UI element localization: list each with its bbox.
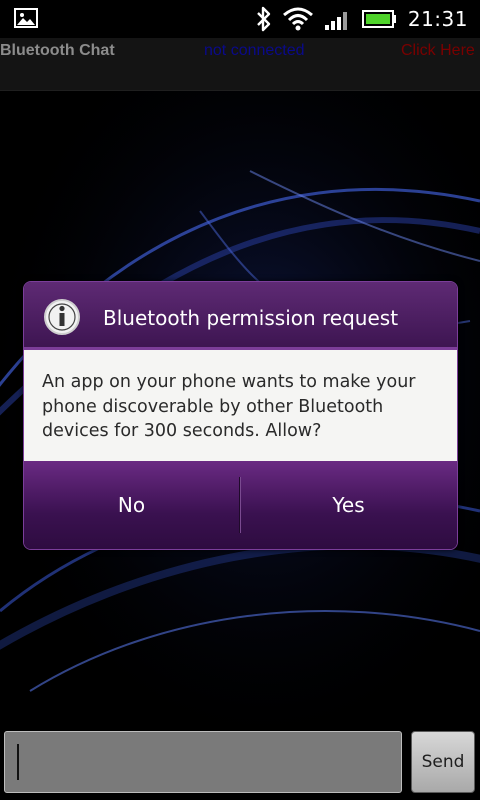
wifi-icon: [282, 7, 313, 31]
bluetooth-permission-dialog: Bluetooth permission request An app on y…: [23, 281, 458, 550]
dialog-message: An app on your phone wants to make your …: [42, 372, 416, 441]
dialog-body: An app on your phone wants to make your …: [24, 350, 457, 461]
text-caret: [17, 744, 19, 780]
app-title-bar: Bluetooth Chat not connected Click Here: [0, 38, 480, 91]
image-notification-icon: [14, 8, 38, 28]
signal-icon: [324, 12, 347, 30]
send-button[interactable]: Send: [411, 731, 475, 793]
no-button[interactable]: No: [24, 461, 239, 549]
dialog-button-bar: No Yes: [24, 461, 457, 549]
info-icon: [44, 299, 80, 335]
yes-button[interactable]: Yes: [240, 461, 457, 549]
dialog-header: Bluetooth permission request: [24, 282, 457, 350]
status-bar: 21:31: [0, 0, 480, 38]
bluetooth-icon: [257, 6, 271, 32]
clock: 21:31: [407, 7, 468, 31]
connect-action-link[interactable]: Click Here: [401, 42, 475, 60]
connection-status: not connected: [204, 42, 305, 59]
dialog-title: Bluetooth permission request: [103, 306, 399, 330]
message-composer: Send: [0, 728, 480, 800]
battery-icon: [361, 10, 396, 28]
app-title: Bluetooth Chat: [0, 42, 115, 59]
message-input[interactable]: [4, 731, 402, 793]
